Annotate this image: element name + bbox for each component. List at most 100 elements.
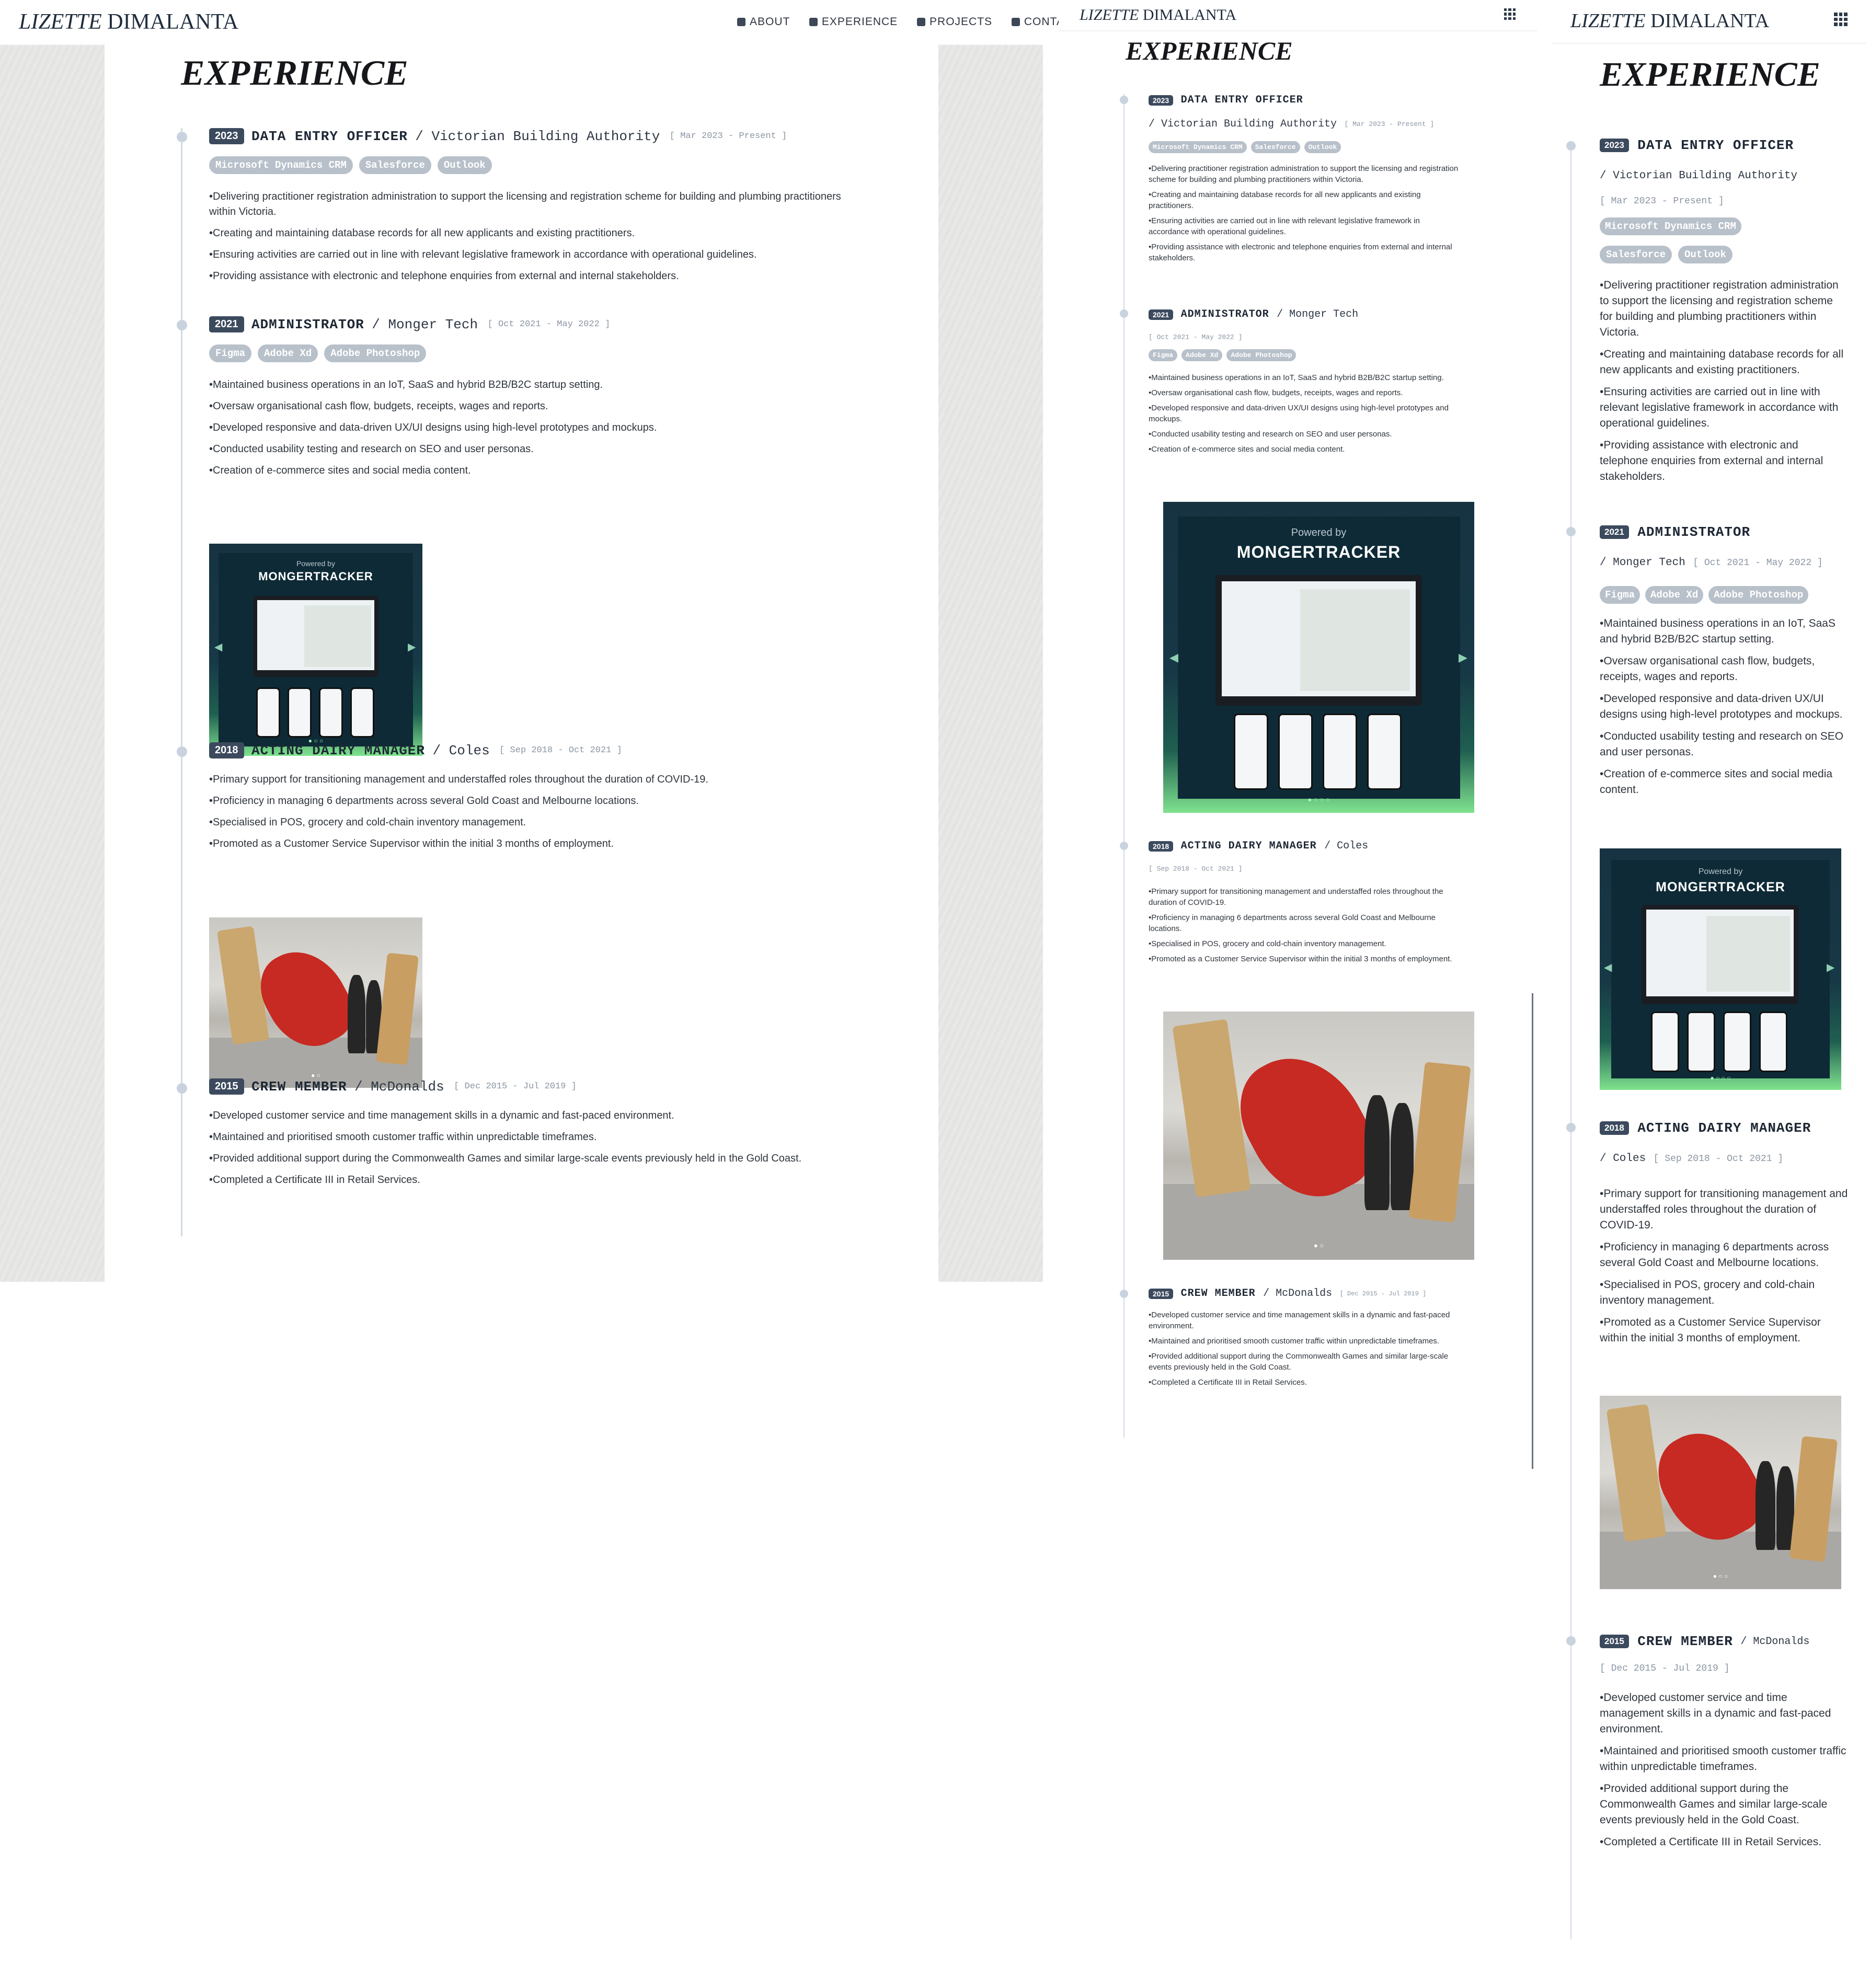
skill-tag: Adobe Photoshop [1226,349,1297,361]
timeline-dot [177,746,187,757]
duty-item: Conducted usability testing and research… [1600,729,1848,760]
phone-mockup [350,687,374,738]
wall-background-right [938,44,1043,1282]
duty-item: Delivering practitioner registration adm… [1600,278,1848,340]
carousel-dots[interactable]: ● ○ ○ [1600,1572,1841,1580]
job-role: DATA ENTRY OFFICER [1180,94,1303,106]
timeline-dot [1566,527,1576,536]
phone-mockup [1759,1012,1787,1072]
team-member-figure [348,975,365,1053]
main-nav: ABOUT EXPERIENCE PROJECTS CONTACT [721,16,1080,28]
duty-item: Developed responsive and data-driven UX/… [1600,691,1848,722]
section-title: EXPERIENCE [1600,55,1820,94]
job-dates: [ Sep 2018 - Oct 2021 ] [1149,865,1243,873]
carousel-next-icon[interactable]: ▶ [408,640,416,653]
carousel-prev-icon[interactable]: ◀ [1604,961,1612,974]
coles-team-photo-carousel[interactable]: ● ○ ○ [1600,1396,1841,1589]
phone-mockup [1723,1012,1751,1072]
timeline-dot [177,1083,187,1094]
job-role: ACTING DAIRY MANAGER [1180,840,1317,852]
duty-item: Specialised in POS, grocery and cold-cha… [209,815,852,830]
duty-item: Creating and maintaining database record… [209,226,852,241]
job-dates: [ Dec 2015 - Jul 2019 ] [454,1082,577,1091]
company-name: / Victorian Building Authority [415,128,660,144]
skill-tag: Salesforce [1600,246,1672,263]
coles-team-photo-carousel[interactable]: ● ○ [209,917,422,1088]
timeline-dot [1566,1636,1576,1646]
job-role: DATA ENTRY OFFICER [1637,137,1794,153]
year-badge: 2023 [209,128,244,144]
coles-team-photo-carousel[interactable]: ● ○ [1163,1012,1474,1260]
duty-item: Creation of e-commerce sites and social … [1600,766,1848,798]
team-member-figure [1756,1461,1775,1550]
scrollbar[interactable] [1532,993,1533,1469]
site-brand[interactable]: LIZETTE DIMALANTA [19,9,238,35]
duty-item: Creation of e-commerce sites and social … [1149,444,1462,455]
monger-tracker-carousel[interactable]: Powered by MONGERTRACKER ◀ ▶ ● ○ ○ ○ [1600,848,1841,1090]
duty-item: Ensuring activities are carried out in l… [209,247,852,262]
duty-item: Providing assistance with electronic and… [1149,242,1462,263]
duty-item: Creating and maintaining database record… [1600,347,1848,378]
nav-experience[interactable]: EXPERIENCE [809,16,898,28]
job-role: ADMINISTRATOR [1637,524,1751,540]
phone-mockup [1687,1012,1715,1072]
brand-first-name: LIZETTE [1570,10,1646,32]
carousel-next-icon[interactable]: ▶ [1459,651,1467,664]
site-brand[interactable]: LIZETTE DIMALANTA [1570,9,1769,32]
duty-item: Ensuring activities are carried out in l… [1149,215,1462,237]
skill-tag: Microsoft Dynamics CRM [1149,141,1247,153]
duty-item: Proficiency in managing 6 departments ac… [209,794,852,809]
carousel-dots[interactable]: ● ○ [1163,1242,1474,1249]
skill-tags: Figma Adobe Xd Adobe Photoshop [209,344,432,362]
job-dates: [ Mar 2023 - Present ] [1344,120,1435,128]
duty-item: Oversaw organisational cash flow, budget… [209,399,852,414]
duty-item: Ensuring activities are carried out in l… [1600,384,1848,431]
skill-tag: Adobe Xd [258,344,318,362]
nav-projects[interactable]: PROJECTS [917,16,992,28]
brand-first-name: LIZETTE [19,10,102,34]
skill-tags: Figma Adobe Xd Adobe Photoshop [1149,349,1300,361]
timeline-dot [1120,309,1128,318]
duty-item: Maintained and prioritised smooth custom… [209,1130,852,1145]
skill-tag: Adobe Photoshop [1708,586,1809,604]
duty-list: Primary support for transitioning manage… [1149,886,1462,969]
grid-menu-icon[interactable] [1834,13,1848,26]
timeline-dot [1566,141,1576,151]
section-title: EXPERIENCE [181,53,408,93]
carousel-prev-icon[interactable]: ◀ [214,640,222,653]
skill-tag: Outlook [1678,246,1733,263]
top-navbar: LIZETTE DIMALANTA [1059,0,1537,31]
monger-tracker-carousel[interactable]: Powered by MONGERTRACKER ◀ ▶ ● ○ ○ ○ [1163,502,1474,813]
carousel-next-icon[interactable]: ▶ [1827,961,1834,974]
timeline-dot [177,320,187,330]
skill-tag: Adobe Photoshop [324,344,427,362]
skill-tag: Microsoft Dynamics CRM [209,156,353,174]
code-icon [917,18,926,26]
carousel-dots[interactable]: ● ○ ○ ○ [1600,1074,1841,1082]
timeline-dot [1120,842,1128,850]
phone-mockup [1367,714,1402,790]
carousel-prev-icon[interactable]: ◀ [1169,651,1178,664]
monger-tracker-carousel[interactable]: Powered by MONGERTRACKER ◀ ▶ ● ○ ○ [209,544,422,756]
nav-about[interactable]: ABOUT [737,16,790,28]
phone-mockup [1278,714,1313,790]
carousel-dots[interactable]: ● ○ ○ ○ [1163,796,1474,803]
grid-menu-icon[interactable] [1504,8,1516,20]
site-brand[interactable]: LIZETTE DIMALANTA [1080,6,1236,24]
year-badge: 2021 [209,316,244,332]
year-badge: 2023 [1149,95,1174,106]
carousel-dots[interactable]: ● ○ [209,1072,422,1079]
duty-item: Developed customer service and time mana… [1149,1309,1462,1331]
duty-item: Specialised in POS, grocery and cold-cha… [1600,1277,1848,1308]
company-name: / Victorian Building Authority [1149,118,1337,130]
job-dates: [ Oct 2021 - May 2022 ] [1149,333,1243,341]
duty-list: Developed customer service and time mana… [209,1108,852,1194]
monger-tracker-logo: MONGERTRACKER [1656,880,1785,894]
duty-item: Developed customer service and time mana… [209,1108,852,1123]
duty-item: Completed a Certificate III in Retail Se… [209,1173,852,1188]
company-name: / Monger Tech [1277,308,1359,320]
duty-item: Maintained and prioritised smooth custom… [1600,1743,1848,1775]
duty-item: Provided additional support during the C… [1149,1351,1462,1373]
duty-item: Oversaw organisational cash flow, budget… [1600,653,1848,685]
job-dates: [ Sep 2018 - Oct 2021 ] [1653,1153,1784,1164]
